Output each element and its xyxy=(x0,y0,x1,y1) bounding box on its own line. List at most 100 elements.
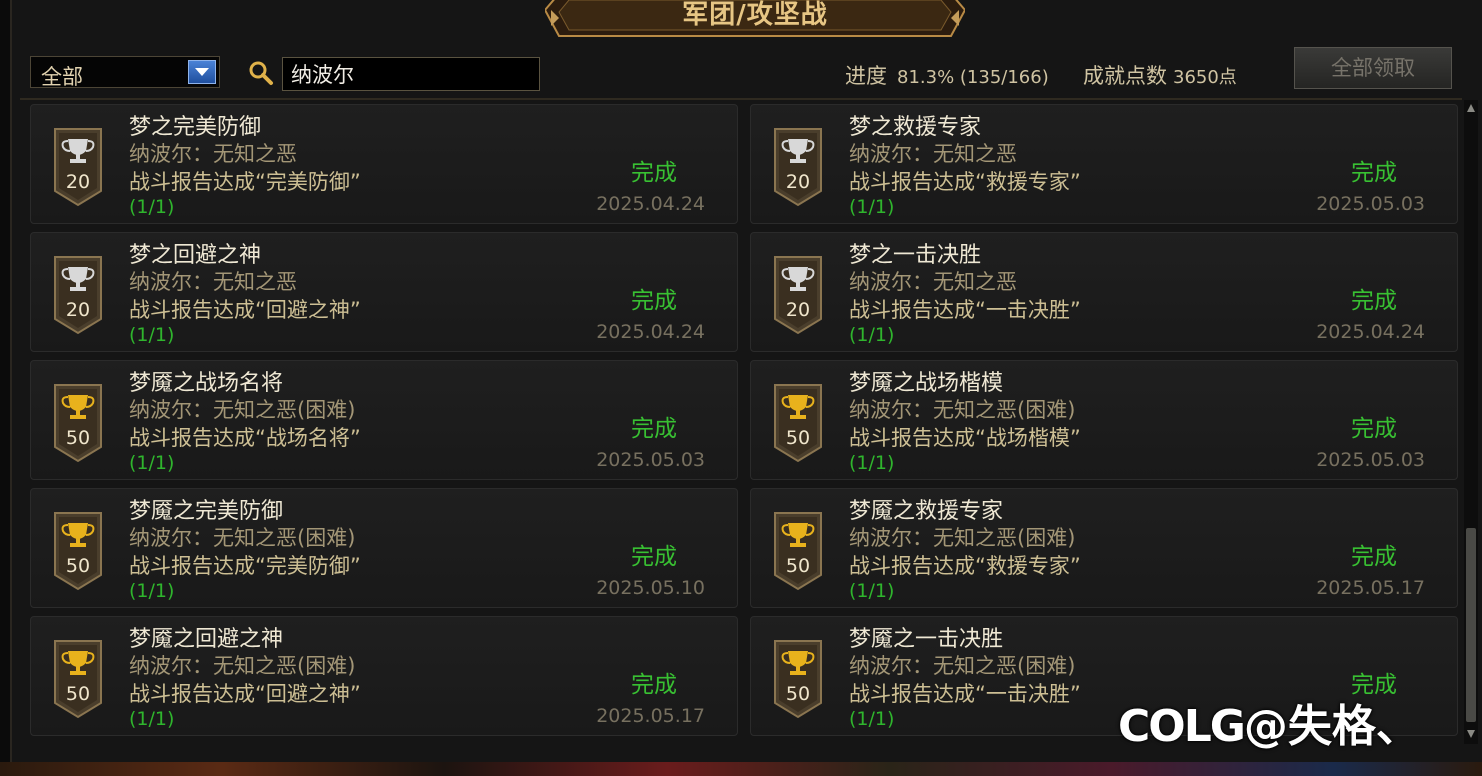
completion-date: 2025.04.24 xyxy=(1316,321,1425,343)
achievement-card[interactable]: 20 梦之救援专家 纳波尔：无知之恶 战斗报告达成“救援专家” (1/1) 完成… xyxy=(750,104,1458,224)
achievement-description: 战斗报告达成“战场楷模” xyxy=(849,426,1081,450)
achievement-description: 战斗报告达成“完美防御” xyxy=(129,554,361,578)
status-label: 完成 xyxy=(1351,288,1397,314)
achievement-description: 战斗报告达成“一击决胜” xyxy=(849,298,1081,322)
achievement-boss: 纳波尔：无知之恶 xyxy=(129,270,297,294)
achievement-boss: 纳波尔：无知之恶 xyxy=(849,142,1017,166)
completion-date: 2025.04.24 xyxy=(596,193,705,215)
achievement-description: 战斗报告达成“救援专家” xyxy=(849,554,1081,578)
achievement-card[interactable]: 50 梦魇之回避之神 纳波尔：无知之恶(困难) 战斗报告达成“回避之神” (1/… xyxy=(30,616,738,736)
completion-date: 2025.05.03 xyxy=(1316,449,1425,471)
completion-date: 2025.05.03 xyxy=(596,449,705,471)
badge-points-value: 20 xyxy=(65,299,91,321)
achievement-count: (1/1) xyxy=(129,196,175,218)
chevron-down-icon xyxy=(195,68,209,76)
achievement-boss: 纳波尔：无知之恶(困难) xyxy=(129,398,356,422)
achievement-boss: 纳波尔：无知之恶(困难) xyxy=(849,654,1076,678)
progress-label: 进度 xyxy=(845,64,887,88)
points-label: 成就点数 xyxy=(1083,64,1167,88)
points-badge: 50 xyxy=(773,511,823,591)
achievement-title: 梦之救援专家 xyxy=(849,115,982,140)
status-label: 完成 xyxy=(1351,160,1397,186)
achievement-card[interactable]: 50 梦魇之战场楷模 纳波尔：无知之恶(困难) 战斗报告达成“战场楷模” (1/… xyxy=(750,360,1458,480)
achievement-count: (1/1) xyxy=(129,452,175,474)
achievement-card[interactable]: 50 梦魇之战场名将 纳波尔：无知之恶(困难) 战斗报告达成“战场名将” (1/… xyxy=(30,360,738,480)
dropdown-arrow-button[interactable] xyxy=(188,60,216,84)
achievement-count: (1/1) xyxy=(129,580,175,602)
achievement-title: 梦魇之一击决胜 xyxy=(849,627,1004,652)
points-badge: 50 xyxy=(773,383,823,463)
achievement-card[interactable]: 20 梦之完美防御 纳波尔：无知之恶 战斗报告达成“完美防御” (1/1) 完成… xyxy=(30,104,738,224)
watermark: COLG@失格、 xyxy=(1118,690,1420,752)
progress-summary: 进度 81.3% (135/166) xyxy=(845,60,1049,90)
points-badge: 50 xyxy=(53,511,103,591)
completion-date: 2025.05.03 xyxy=(1316,193,1425,215)
achievement-count: (1/1) xyxy=(129,324,175,346)
status-label: 完成 xyxy=(1351,416,1397,442)
scroll-down-icon[interactable] xyxy=(1466,728,1476,740)
achievement-boss: 纳波尔：无知之恶 xyxy=(849,270,1017,294)
completion-date: 2025.05.17 xyxy=(1316,577,1425,599)
achievement-card[interactable]: 20 梦之一击决胜 纳波尔：无知之恶 战斗报告达成“一击决胜” (1/1) 完成… xyxy=(750,232,1458,352)
achievement-title: 梦之回避之神 xyxy=(129,243,262,268)
achievement-description: 战斗报告达成“救援专家” xyxy=(849,170,1081,194)
achievement-card[interactable]: 50 梦魇之救援专家 纳波尔：无知之恶(困难) 战斗报告达成“救援专家” (1/… xyxy=(750,488,1458,608)
achievement-description: 战斗报告达成“回避之神” xyxy=(129,682,361,706)
achievement-card[interactable]: 50 梦魇之完美防御 纳波尔：无知之恶(困难) 战斗报告达成“完美防御” (1/… xyxy=(30,488,738,608)
claim-all-button[interactable]: 全部领取 xyxy=(1294,47,1452,89)
status-label: 完成 xyxy=(631,672,677,698)
achievement-count: (1/1) xyxy=(849,708,895,730)
points-badge: 20 xyxy=(773,255,823,335)
achievement-count: (1/1) xyxy=(849,196,895,218)
completion-date: 2025.05.10 xyxy=(596,577,705,599)
badge-points-value: 50 xyxy=(785,683,811,705)
title-banner: 军团/攻坚战 xyxy=(545,0,965,42)
achievement-description: 战斗报告达成“回避之神” xyxy=(129,298,361,322)
badge-points-value: 20 xyxy=(785,299,811,321)
achievement-card[interactable]: 20 梦之回避之神 纳波尔：无知之恶 战斗报告达成“回避之神” (1/1) 完成… xyxy=(30,232,738,352)
scrollbar-thumb[interactable] xyxy=(1466,528,1476,722)
filter-selected-value: 全部 xyxy=(41,65,83,89)
search-input[interactable] xyxy=(282,57,540,91)
completion-date: 2025.04.24 xyxy=(596,321,705,343)
badge-points-value: 50 xyxy=(785,427,811,449)
points-value: 3650点 xyxy=(1173,67,1237,88)
window-title: 军团/攻坚战 xyxy=(682,0,828,30)
achievement-title: 梦魇之战场名将 xyxy=(129,371,284,396)
search-icon xyxy=(249,61,273,85)
achievement-description: 战斗报告达成“一击决胜” xyxy=(849,682,1081,706)
badge-points-value: 50 xyxy=(65,427,91,449)
achievement-title: 梦魇之战场楷模 xyxy=(849,371,1004,396)
status-label: 完成 xyxy=(631,544,677,570)
toolbar-divider xyxy=(20,98,1462,100)
watermark-logo: COLG xyxy=(1118,701,1246,752)
achievement-boss: 纳波尔：无知之恶(困难) xyxy=(849,526,1076,550)
status-label: 完成 xyxy=(631,160,677,186)
points-badge: 50 xyxy=(773,639,823,719)
progress-value: 81.3% (135/166) xyxy=(897,67,1049,88)
status-label: 完成 xyxy=(1351,544,1397,570)
filter-dropdown[interactable]: 全部 xyxy=(30,56,220,89)
achievement-title: 梦魇之完美防御 xyxy=(129,499,284,524)
points-badge: 20 xyxy=(53,127,103,207)
badge-points-value: 50 xyxy=(65,555,91,577)
achievement-boss: 纳波尔：无知之恶(困难) xyxy=(129,654,356,678)
badge-points-value: 20 xyxy=(65,171,91,193)
achievement-description: 战斗报告达成“完美防御” xyxy=(129,170,361,194)
achievement-title: 梦之完美防御 xyxy=(129,115,262,140)
achievement-title: 梦魇之回避之神 xyxy=(129,627,284,652)
achievement-boss: 纳波尔：无知之恶(困难) xyxy=(849,398,1076,422)
achievement-points: 成就点数 3650点 xyxy=(1083,60,1237,90)
achievement-count: (1/1) xyxy=(849,580,895,602)
badge-points-value: 20 xyxy=(785,171,811,193)
scroll-up-icon[interactable] xyxy=(1466,102,1476,114)
badge-points-value: 50 xyxy=(785,555,811,577)
watermark-text: @失格、 xyxy=(1243,701,1420,752)
achievement-count: (1/1) xyxy=(849,452,895,474)
achievement-count: (1/1) xyxy=(849,324,895,346)
achievement-title: 梦之一击决胜 xyxy=(849,243,982,268)
achievement-list: 20 梦之完美防御 纳波尔：无知之恶 战斗报告达成“完美防御” (1/1) 完成… xyxy=(30,104,1460,744)
points-badge: 20 xyxy=(53,255,103,335)
achievement-boss: 纳波尔：无知之恶 xyxy=(129,142,297,166)
badge-points-value: 50 xyxy=(65,683,91,705)
